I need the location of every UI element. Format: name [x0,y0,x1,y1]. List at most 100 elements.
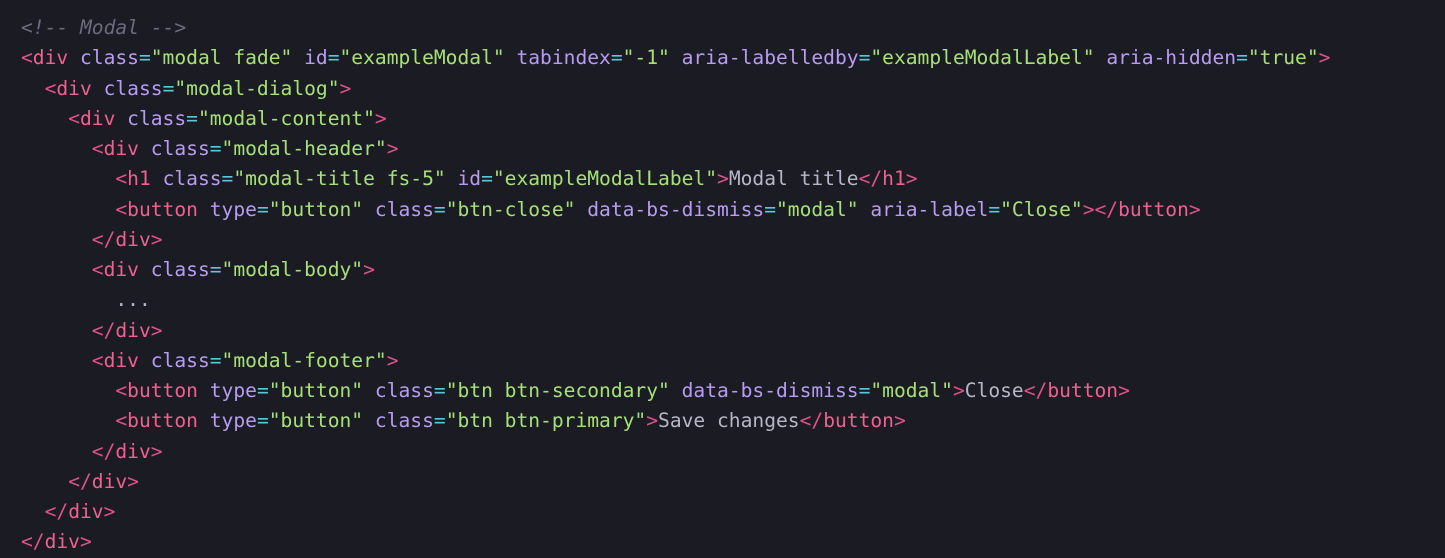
code-token: </ [1094,197,1119,221]
code-token: ... [115,288,151,312]
code-token: = [858,379,871,402]
code-token: = [1236,46,1248,70]
code-token: aria-labelledby [681,46,859,70]
code-token: < [115,379,128,402]
code-token: button [127,379,198,402]
code-token: = [858,46,871,70]
code-token: > [646,409,659,433]
code-token: > [374,106,387,130]
code-line: <div class="modal fade" id="exampleModal… [21,43,1445,73]
code-token: class [79,46,139,70]
code-token: < [91,137,104,160]
code-token: = [209,348,222,372]
code-token: "btn-close" [445,197,576,221]
code-token: = [256,409,269,433]
code-line: <!-- Modal --> [21,13,1445,43]
code-token: > [1118,379,1130,402]
code-line: ... [21,285,1445,315]
code-token: div [32,46,69,70]
code-line: </div> [21,467,1445,497]
code-token: </ [91,227,116,251]
code-token: < [91,258,104,281]
code-token: > [127,469,139,493]
code-token: <!-- Modal --> [21,16,187,39]
code-token: "btn btn-primary" [445,409,647,433]
code-token: > [386,348,399,372]
code-token: id [304,46,328,70]
code-token: </ [21,530,45,554]
code-line: </div> [21,527,1445,557]
code-token: < [91,348,104,372]
code-token: aria-hidden [1106,46,1237,70]
code-line: <h1 class="modal-title fs-5" id="example… [21,164,1445,194]
code-token: class [374,197,434,221]
code-token: "button" [268,197,364,221]
code-token: div [56,76,92,100]
code-token: "modal-header" [221,137,387,160]
code-token: < [115,167,128,191]
code-token: </ [91,439,116,463]
code-token: = [433,197,446,221]
code-token: = [256,379,269,402]
code-token: > [339,76,352,100]
code-token: = [327,46,340,70]
code-token: </ [858,167,883,191]
code-token: > [1318,46,1331,70]
code-editor[interactable]: <!-- Modal --> <div class="modal fade" id… [0,0,1445,558]
code-token: class [374,379,434,402]
code-token: class [150,258,210,281]
code-line: </div> [21,316,1445,346]
code-token: > [1188,197,1201,221]
code-token: < [68,106,80,130]
code-token: "modal-dialog" [174,76,340,100]
code-token: div [44,530,80,554]
code-token: = [256,197,269,221]
code-token: = [209,137,222,160]
code-token: button [823,409,894,433]
code-token: > [79,530,92,554]
code-token: class [150,137,210,160]
code-token: = [764,197,776,221]
code-token: > [363,258,375,281]
code-token: button [1047,379,1119,402]
code-token: data-bs-dismiss [681,379,859,402]
code-token: "Close" [1000,197,1083,221]
code-token: </ [799,409,824,433]
code-token: > [150,318,163,342]
code-token: type [209,197,257,221]
code-token: div [68,500,104,523]
code-line: <button type="button" class="btn-close" … [21,195,1445,225]
code-line: <div class="modal-footer"> [21,346,1445,376]
code-token: aria-label [870,197,989,221]
code-token: "true" [1247,46,1319,70]
code-line: <div class="modal-header"> [21,134,1445,164]
code-token: button [1118,197,1189,221]
code-token: "modal-title fs-5" [233,167,446,191]
code-token: "button" [268,409,364,433]
code-token: id [457,167,482,191]
code-token: "modal fade" [150,46,293,70]
code-token: </ [68,469,92,493]
code-line: </div> [21,437,1445,467]
code-token: Close [964,379,1024,402]
code-token: button [127,197,198,221]
